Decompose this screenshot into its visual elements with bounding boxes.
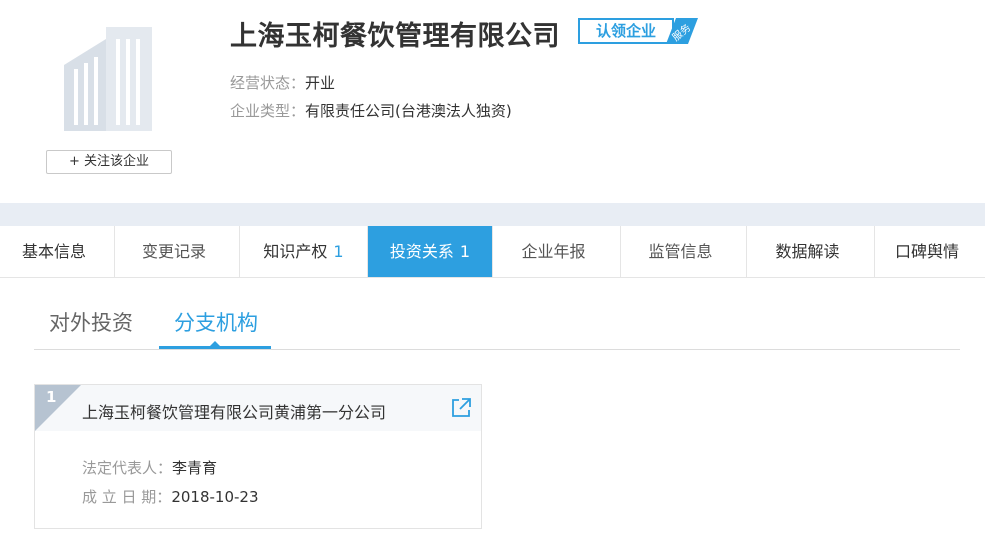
tab-regulatory[interactable]: 监管信息 <box>621 226 747 277</box>
sub-tabs: 对外投资 分支机构 <box>34 300 960 350</box>
status-label: 经营状态： <box>230 74 306 92</box>
building-icon <box>64 27 152 131</box>
type-label: 企业类型： <box>230 102 306 120</box>
type-row: 企业类型：有限责任公司(台港澳法人独资) <box>230 100 512 121</box>
established-date-row: 成 立 日 期：2018-10-23 <box>82 486 259 507</box>
tab-label: 知识产权 <box>263 242 328 261</box>
subtab-active-caret <box>209 341 221 347</box>
branch-index-corner <box>35 385 81 431</box>
tab-label: 企业年报 <box>521 242 586 261</box>
tab-label: 投资关系 <box>389 242 454 261</box>
type-value: 有限责任公司(台港澳法人独资) <box>305 102 512 120</box>
tab-change-records[interactable]: 变更记录 <box>115 226 240 277</box>
tab-label: 数据解读 <box>775 242 840 261</box>
main-tabs: 基本信息 变更记录 知识产权 1 投资关系 1 企业年报 监管信息 数据解读 口碑舆… <box>0 226 985 278</box>
branch-card: 1 上海玉柯餐饮管理有限公司黄浦第一分公司 法定代表人：李青育 成 立 日 期：… <box>34 384 482 529</box>
tab-ip[interactable]: 知识产权 1 <box>240 226 368 277</box>
claim-badge-label: 认领企业 <box>578 18 674 44</box>
established-date-value: 2018-10-23 <box>171 488 259 506</box>
claim-badge[interactable]: 认领企业 服务 <box>578 18 700 46</box>
tab-annual-report[interactable]: 企业年报 <box>493 226 621 277</box>
follow-company-button[interactable]: + 关注该企业 <box>46 150 172 174</box>
ribbon-icon: 服务 <box>666 18 698 44</box>
tab-reputation[interactable]: 口碑舆情 <box>875 226 985 277</box>
tab-data-insight[interactable]: 数据解读 <box>747 226 875 277</box>
tab-basic-info[interactable]: 基本信息 <box>0 226 115 277</box>
branch-name[interactable]: 上海玉柯餐饮管理有限公司黄浦第一分公司 <box>82 399 386 423</box>
divider-band <box>0 203 985 226</box>
legal-rep-row: 法定代表人：李青育 <box>82 457 217 478</box>
company-name: 上海玉柯餐饮管理有限公司 <box>230 21 560 52</box>
tab-label: 变更记录 <box>141 242 206 261</box>
established-date-label: 成 立 日 期： <box>82 488 172 506</box>
external-link-icon[interactable] <box>450 397 472 419</box>
legal-rep-value: 李青育 <box>172 459 218 477</box>
tab-label: 基本信息 <box>21 242 86 261</box>
legal-rep-label: 法定代表人： <box>82 459 173 477</box>
branch-index: 1 <box>46 388 57 406</box>
tab-count: 1 <box>459 242 471 261</box>
tab-count: 1 <box>333 242 344 261</box>
tab-label: 口碑舆情 <box>894 242 959 261</box>
subtab-outbound-investment[interactable]: 对外投资 <box>49 300 133 349</box>
tab-investment[interactable]: 投资关系 1 <box>368 226 493 277</box>
tab-label: 监管信息 <box>648 242 713 261</box>
status-row: 经营状态：开业 <box>230 72 335 93</box>
status-value: 开业 <box>305 74 336 92</box>
